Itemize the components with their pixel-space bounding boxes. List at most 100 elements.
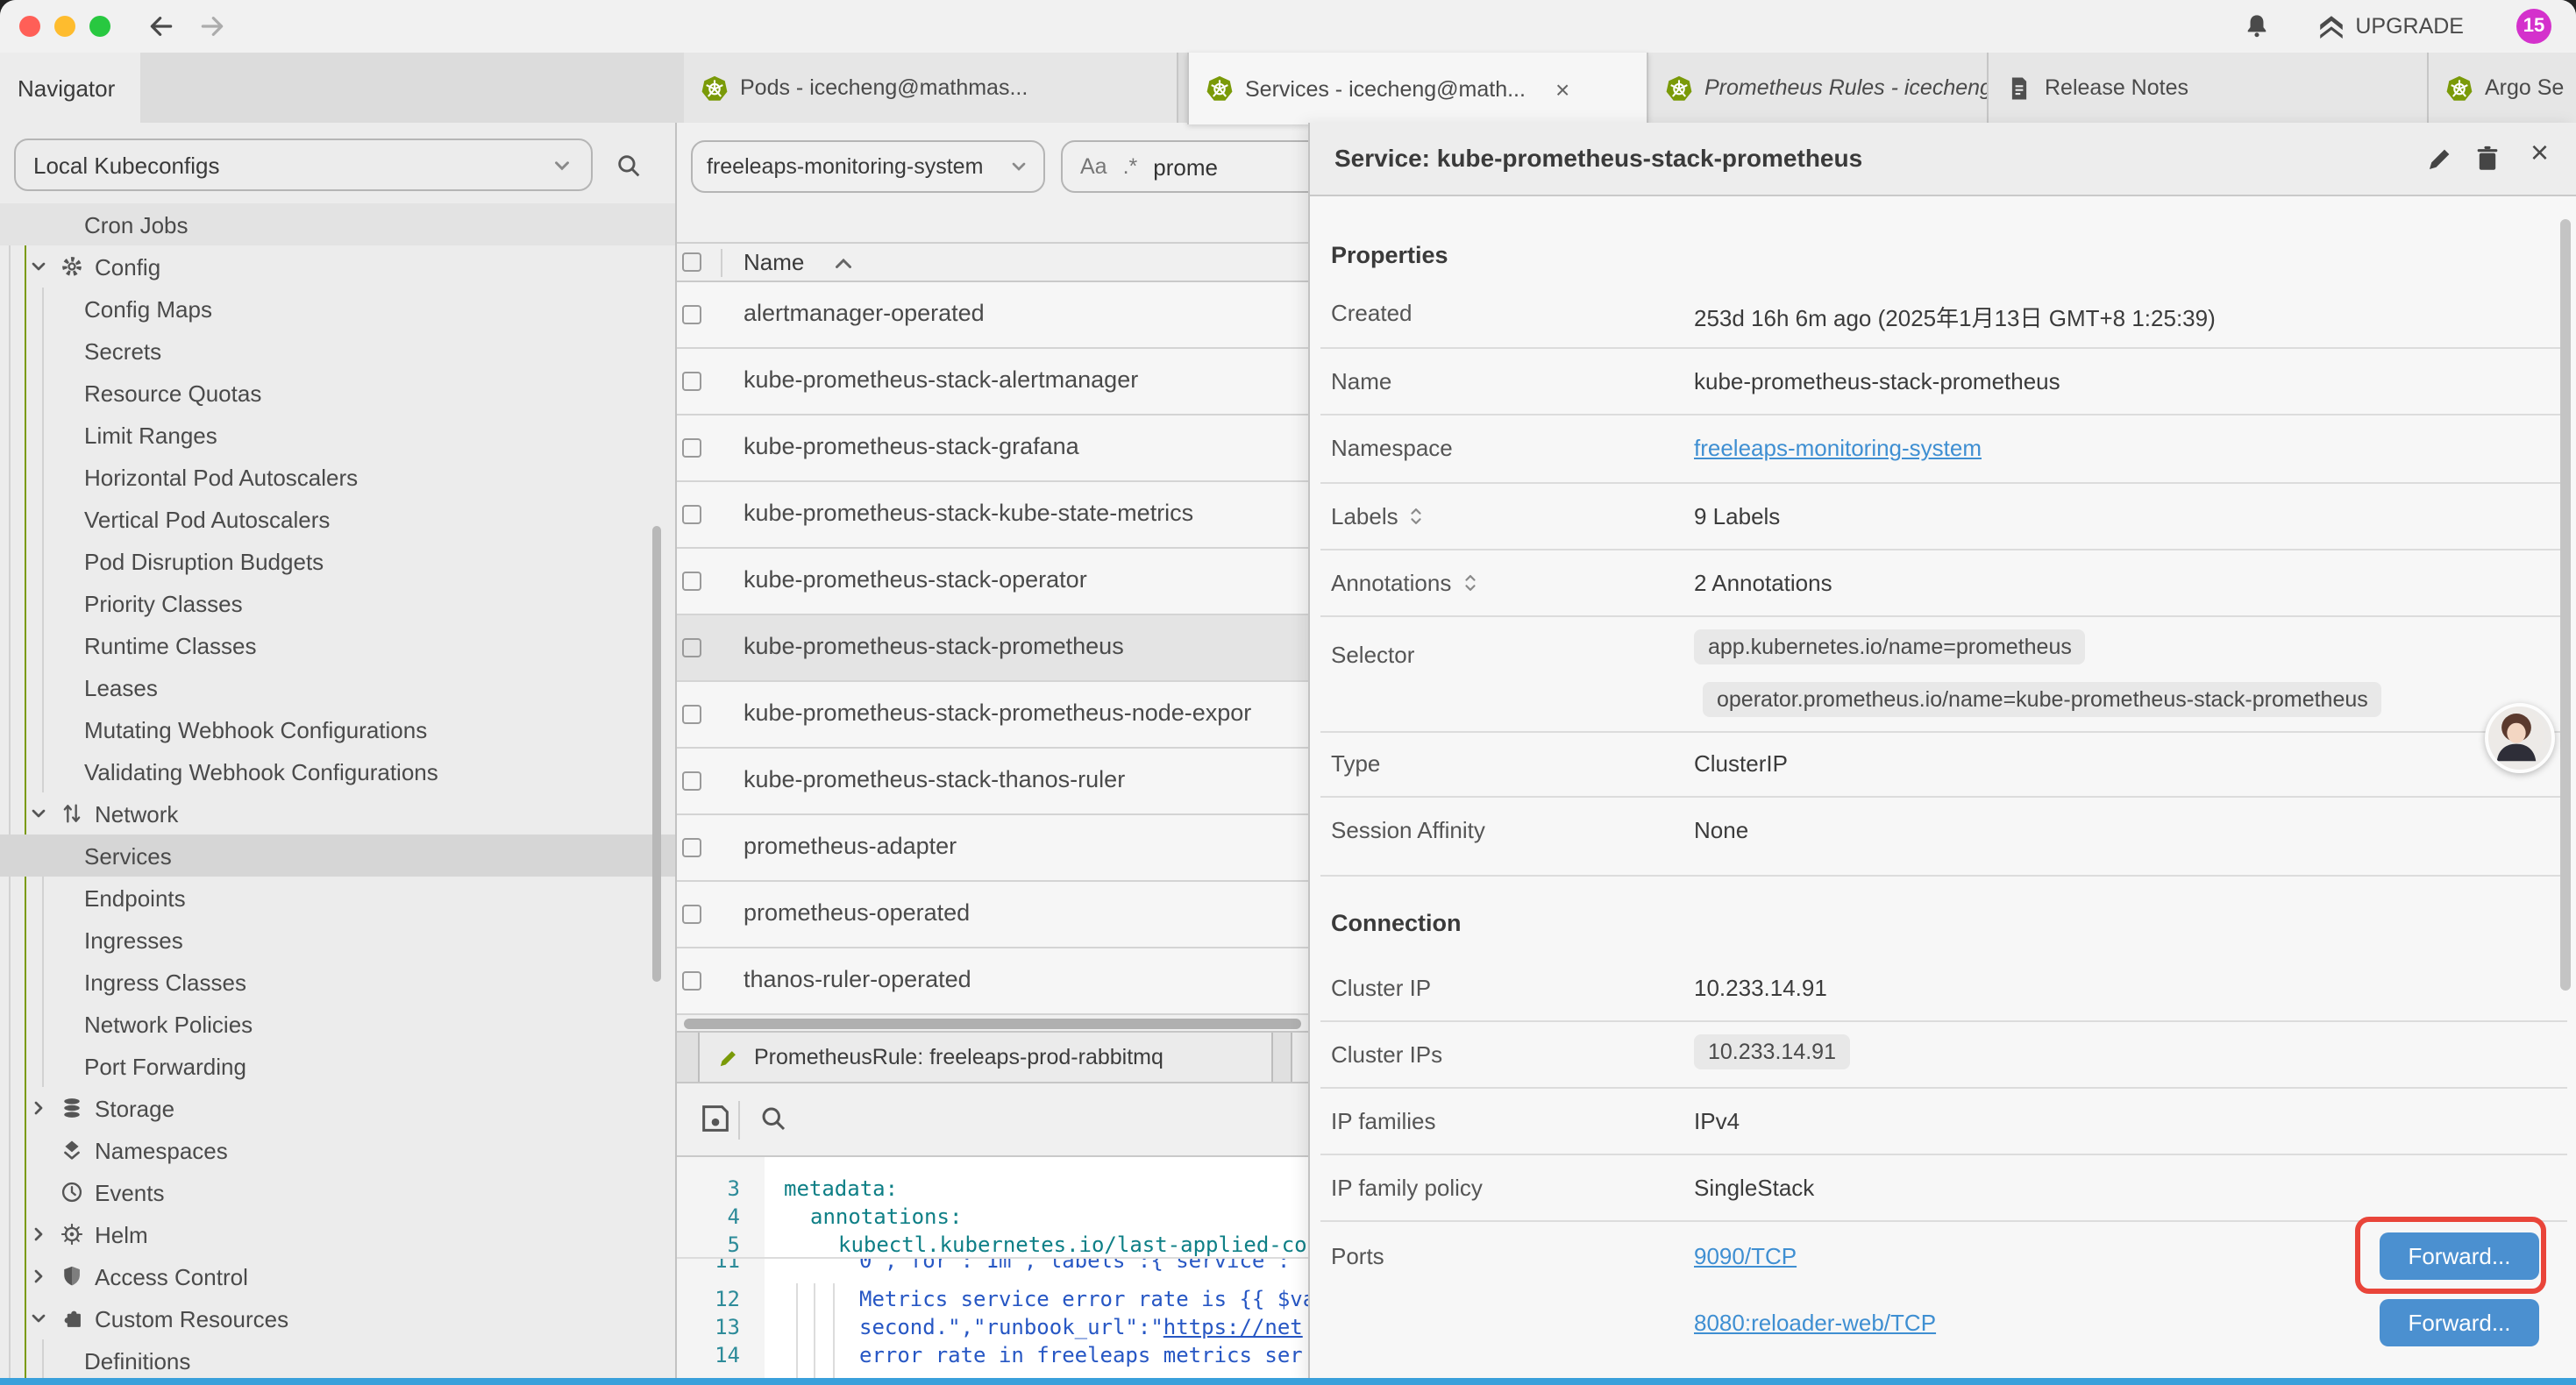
match-case-icon[interactable]: Aa bbox=[1080, 154, 1107, 179]
sidebar-item-horizontal-pod-autoscalers[interactable]: Horizontal Pod Autoscalers bbox=[0, 456, 677, 498]
row-checkbox[interactable] bbox=[682, 638, 701, 657]
editor-url-link[interactable]: https://net bbox=[1163, 1315, 1303, 1339]
kubeconfig-select[interactable]: Local Kubeconfigs bbox=[14, 138, 593, 191]
chevron-right-icon[interactable] bbox=[28, 1266, 60, 1287]
sort-updown-icon[interactable] bbox=[1409, 505, 1425, 528]
sidebar-item-priority-classes[interactable]: Priority Classes bbox=[0, 582, 677, 624]
row-checkbox[interactable] bbox=[682, 305, 701, 324]
row-checkbox[interactable] bbox=[682, 372, 701, 391]
sidebar-item-vertical-pod-autoscalers[interactable]: Vertical Pod Autoscalers bbox=[0, 498, 677, 540]
table-row-kube-prometheus-stack-kube-state-metrics[interactable]: kube-prometheus-stack-kube-state-metrics bbox=[677, 482, 1308, 549]
table-horizontal-scrollbar[interactable] bbox=[684, 1019, 1301, 1029]
row-checkbox[interactable] bbox=[682, 838, 701, 857]
sidebar-item-port-forwarding[interactable]: Port Forwarding bbox=[0, 1045, 677, 1087]
editor-tab-prometheusrule[interactable]: PrometheusRule: freeleaps-prod-rabbitmq bbox=[698, 1033, 1273, 1082]
table-row-kube-prometheus-stack-prometheus-node-expor[interactable]: kube-prometheus-stack-prometheus-node-ex… bbox=[677, 682, 1308, 749]
traffic-light-zoom-button[interactable] bbox=[89, 16, 110, 37]
sidebar-item-runtime-classes[interactable]: Runtime Classes bbox=[0, 624, 677, 666]
sidebar-search-icon[interactable] bbox=[614, 151, 644, 181]
sidebar-scrollbar[interactable] bbox=[652, 526, 661, 982]
port-link-8080[interactable]: 8080:reloader-web/TCP bbox=[1694, 1310, 1936, 1336]
table-row-kube-prometheus-stack-grafana[interactable]: kube-prometheus-stack-grafana bbox=[677, 416, 1308, 482]
tab-close-icon[interactable]: × bbox=[1555, 76, 1569, 101]
sidebar-item-definitions[interactable]: Definitions bbox=[0, 1339, 677, 1381]
traffic-light-minimize-button[interactable] bbox=[54, 16, 75, 37]
traffic-light-close-button[interactable] bbox=[19, 16, 40, 37]
sidebar-item-events[interactable]: Events bbox=[0, 1171, 677, 1213]
tab-release-notes[interactable]: Release Notes bbox=[1989, 53, 2429, 123]
sidebar-item-pod-disruption-budgets[interactable]: Pod Disruption Budgets bbox=[0, 540, 677, 582]
tab-pods[interactable]: Pods - icecheng@mathmas... bbox=[684, 53, 1178, 123]
row-checkbox[interactable] bbox=[682, 705, 701, 724]
sidebar-item-validating-webhook-configurations[interactable]: Validating Webhook Configurations bbox=[0, 750, 677, 792]
sidebar-item-resource-quotas[interactable]: Resource Quotas bbox=[0, 372, 677, 414]
table-row-kube-prometheus-stack-operator[interactable]: kube-prometheus-stack-operator bbox=[677, 549, 1308, 615]
editor-search-icon[interactable] bbox=[758, 1103, 789, 1134]
sidebar-item-services[interactable]: Services bbox=[0, 835, 677, 877]
chevron-down-icon[interactable] bbox=[28, 803, 60, 824]
namespace-link[interactable]: freeleaps-monitoring-system bbox=[1694, 435, 1982, 461]
sidebar-item-leases[interactable]: Leases bbox=[0, 666, 677, 708]
sort-updown-icon[interactable] bbox=[1462, 572, 1477, 594]
sidebar-item-config-maps[interactable]: Config Maps bbox=[0, 288, 677, 330]
table-row-kube-prometheus-stack-prometheus[interactable]: kube-prometheus-stack-prometheus bbox=[677, 615, 1308, 682]
select-all-checkbox[interactable] bbox=[682, 252, 701, 272]
delete-trash-icon[interactable] bbox=[2473, 144, 2504, 175]
name-filter-input[interactable]: Aa .* prome bbox=[1061, 140, 1308, 193]
table-row-kube-prometheus-stack-thanos-ruler[interactable]: kube-prometheus-stack-thanos-ruler bbox=[677, 749, 1308, 815]
chevron-right-icon[interactable] bbox=[28, 1097, 60, 1119]
chevron-right-icon[interactable] bbox=[28, 1224, 60, 1245]
row-checkbox[interactable] bbox=[682, 905, 701, 924]
sidebar-item-storage[interactable]: Storage bbox=[0, 1087, 677, 1129]
sidebar-item-network-policies[interactable]: Network Policies bbox=[0, 1003, 677, 1045]
sidebar-item-mutating-webhook-configurations[interactable]: Mutating Webhook Configurations bbox=[0, 708, 677, 750]
sort-ascending-icon[interactable] bbox=[833, 256, 854, 270]
edit-pencil-icon[interactable] bbox=[2425, 144, 2457, 175]
editor-tab-partial[interactable] bbox=[1291, 1033, 1308, 1082]
sidebar-item-access-control[interactable]: Access Control bbox=[0, 1255, 677, 1297]
row-checkbox[interactable] bbox=[682, 572, 701, 591]
sidebar-item-namespaces[interactable]: Namespaces bbox=[0, 1129, 677, 1171]
name-column-header[interactable]: Name bbox=[744, 249, 804, 275]
notification-count-badge[interactable]: 15 bbox=[2516, 9, 2551, 44]
sidebar-item-ingresses[interactable]: Ingresses bbox=[0, 919, 677, 961]
row-checkbox[interactable] bbox=[682, 971, 701, 991]
row-checkbox[interactable] bbox=[682, 505, 701, 524]
sidebar-item-network[interactable]: Network bbox=[0, 792, 677, 835]
sidebar-item-cron-jobs[interactable]: Cron Jobs bbox=[0, 203, 677, 245]
table-row-thanos-ruler-operated[interactable]: thanos-ruler-operated bbox=[677, 948, 1308, 1015]
annotations-value[interactable]: 2 Annotations bbox=[1694, 570, 1832, 596]
back-arrow-icon[interactable] bbox=[147, 12, 175, 40]
detail-close-icon[interactable]: × bbox=[2530, 137, 2562, 168]
save-icon[interactable] bbox=[698, 1101, 733, 1136]
notifications-bell-icon[interactable] bbox=[2243, 12, 2271, 40]
tab-services[interactable]: Services - icecheng@math... × bbox=[1187, 53, 1648, 124]
forward-button-8080[interactable]: Forward... bbox=[2380, 1299, 2539, 1346]
port-link-9090[interactable]: 9090/TCP bbox=[1694, 1243, 1797, 1269]
sidebar-item-config[interactable]: Config bbox=[0, 245, 677, 288]
table-row-alertmanager-operated[interactable]: alertmanager-operated bbox=[677, 282, 1308, 349]
row-checkbox[interactable] bbox=[682, 438, 701, 458]
tab-argo[interactable]: Argo Se bbox=[2429, 53, 2576, 123]
upgrade-button[interactable]: UPGRADE bbox=[2316, 11, 2464, 41]
row-checkbox[interactable] bbox=[682, 771, 701, 791]
tab-prometheus-rules[interactable]: Prometheus Rules - icecheng... bbox=[1648, 53, 1989, 123]
sidebar-item-endpoints[interactable]: Endpoints bbox=[0, 877, 677, 919]
detail-scrollbar[interactable] bbox=[2560, 219, 2571, 991]
chevron-down-icon[interactable] bbox=[28, 1308, 60, 1329]
sidebar-item-secrets[interactable]: Secrets bbox=[0, 330, 677, 372]
sidebar-item-helm[interactable]: Helm bbox=[0, 1213, 677, 1255]
table-row-prometheus-adapter[interactable]: prometheus-adapter bbox=[677, 815, 1308, 882]
table-row-prometheus-operated[interactable]: prometheus-operated bbox=[677, 882, 1308, 948]
sidebar-item-limit-ranges[interactable]: Limit Ranges bbox=[0, 414, 677, 456]
user-avatar[interactable] bbox=[2485, 703, 2555, 773]
yaml-editor[interactable]: 3metadata:4annotations:5kubectl.kubernet… bbox=[677, 1157, 1308, 1385]
sidebar-item-custom-resources[interactable]: Custom Resources bbox=[0, 1297, 677, 1339]
forward-arrow-icon[interactable] bbox=[198, 12, 226, 40]
namespace-select[interactable]: freeleaps-monitoring-system bbox=[691, 140, 1045, 193]
chevron-down-icon[interactable] bbox=[28, 256, 60, 277]
table-row-kube-prometheus-stack-alertmanager[interactable]: kube-prometheus-stack-alertmanager bbox=[677, 349, 1308, 416]
regex-icon[interactable]: .* bbox=[1123, 154, 1138, 179]
labels-value[interactable]: 9 Labels bbox=[1694, 503, 1780, 529]
sidebar-item-ingress-classes[interactable]: Ingress Classes bbox=[0, 961, 677, 1003]
